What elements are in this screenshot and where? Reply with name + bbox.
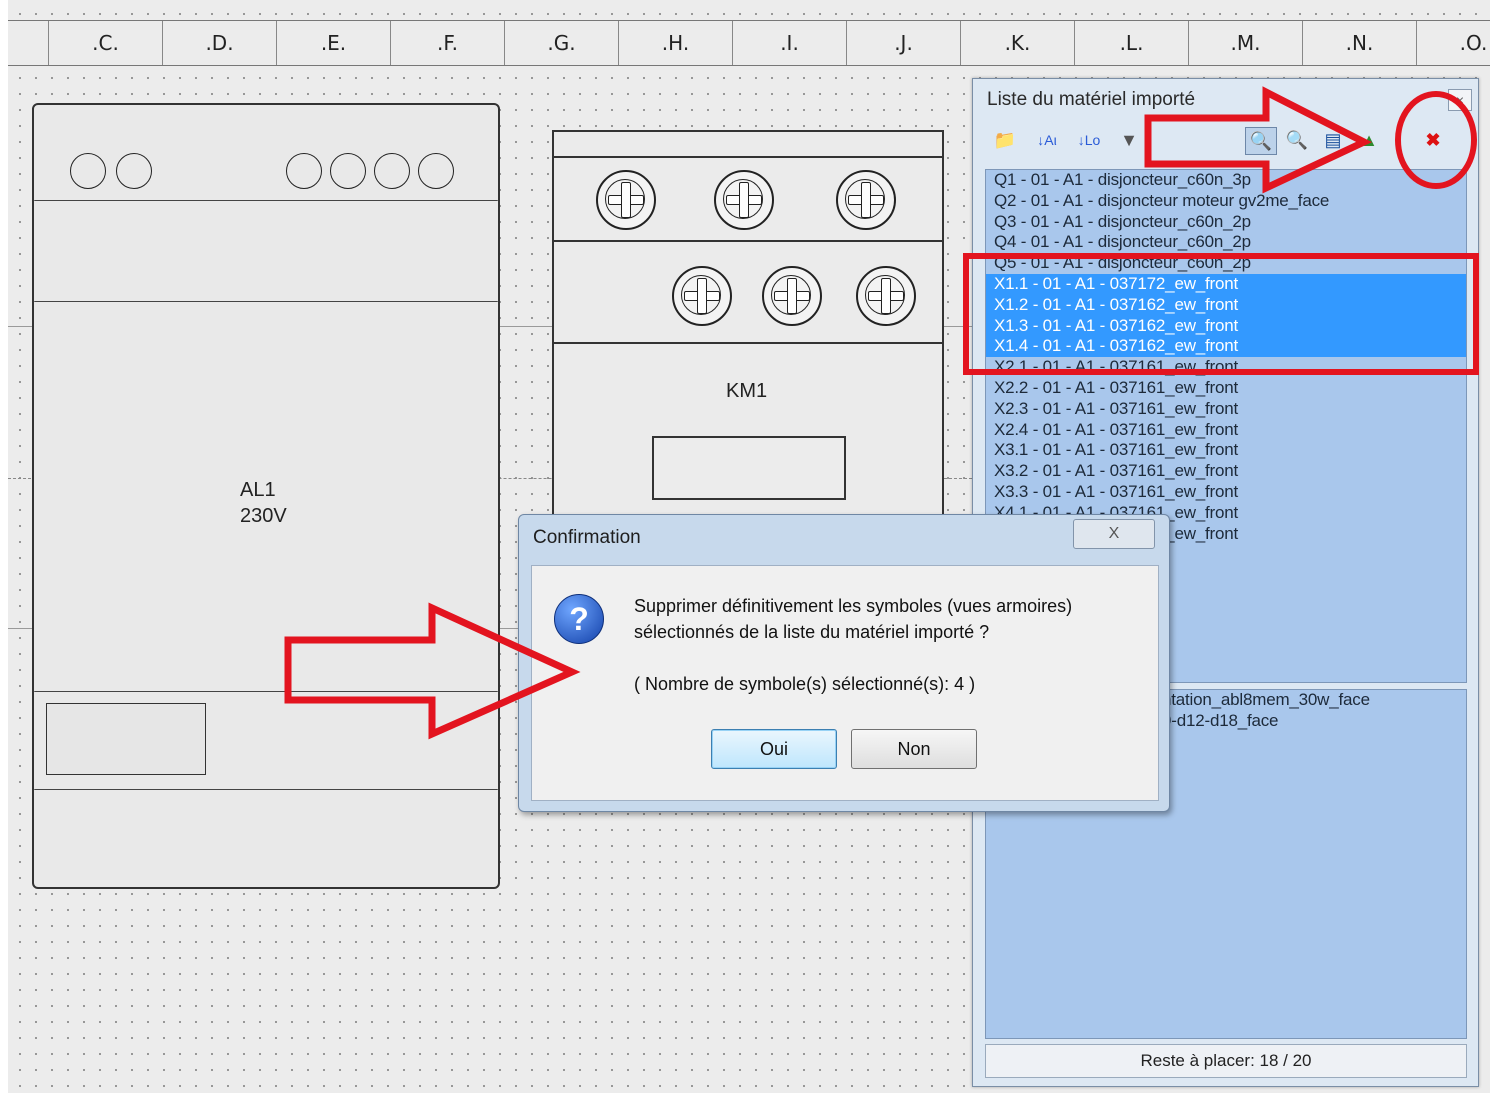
filter-icon[interactable]: ▼ (1115, 127, 1143, 153)
screw-terminal (714, 170, 774, 230)
list-item[interactable]: X2.4 - 01 - A1 - 037161_ew_front (986, 420, 1466, 441)
terminal-circle (374, 153, 410, 189)
screw-terminal (672, 266, 732, 326)
dialog-title: Confirmation (533, 527, 641, 548)
dialog-message-line2: sélectionnés de la liste du matériel imp… (634, 622, 990, 642)
list-item[interactable]: Q1 - 01 - A1 - disjoncteur_c60n_3p (986, 170, 1466, 191)
al1-label: AL1 230V (240, 477, 287, 529)
al1-upper-band (34, 301, 498, 302)
terminal-circle (70, 153, 106, 189)
layout-icon[interactable]: ▤ (1319, 127, 1347, 153)
terminal-circle (330, 153, 366, 189)
terminal-circle (286, 153, 322, 189)
selected-count: ( Nombre de symbole(s) sélectionné(s): 4… (634, 674, 976, 694)
list-item[interactable]: X2.2 - 01 - A1 - 037161_ew_front (986, 378, 1466, 399)
ruler-col-n: .N. (1303, 21, 1417, 65)
export-icon[interactable]: ▲ (1355, 127, 1383, 153)
ruler-col-l: .L. (1075, 21, 1189, 65)
sort-lo-label: Lo (1084, 132, 1101, 148)
ruler-col-d: .D. (163, 21, 277, 65)
ruler-col-f: .F. (391, 21, 505, 65)
folder-icon[interactable]: 📁 (991, 127, 1019, 153)
al1-voltage: 230V (240, 505, 287, 527)
column-ruler: .C. .D. .E. .F. .G. .H. .I. .J. .K. .L. … (8, 20, 1490, 66)
al1-bottom-band (34, 789, 498, 790)
ruler-col-i: .I. (733, 21, 847, 65)
question-icon: ? (554, 594, 604, 644)
no-button[interactable]: Non (851, 729, 977, 769)
confirmation-dialog: Confirmation X ? Supprimer définitivemen… (518, 514, 1170, 812)
panel-title: Liste du matériel importé (987, 89, 1196, 110)
binoculars-disabled-icon: 🔍 (1285, 130, 1309, 150)
list-item-selected[interactable]: X1.3 - 01 - A1 - 037162_ew_front (986, 315, 1466, 337)
km1-label-box (652, 436, 846, 500)
ruler-col-e: .E. (277, 21, 391, 65)
list-item[interactable]: X3.3 - 01 - A1 - 037161_ew_front (986, 482, 1466, 503)
terminal-circle (116, 153, 152, 189)
remaining-status: Reste à placer: 18 / 20 (985, 1044, 1467, 1078)
ruler-col-o: .O. (1417, 21, 1496, 65)
list-item-selected[interactable]: X1.2 - 01 - A1 - 037162_ew_front (986, 294, 1466, 316)
screw-terminal (762, 266, 822, 326)
screw-terminal (596, 170, 656, 230)
dialog-message-line1: Supprimer définitivement les symboles (v… (634, 596, 1073, 616)
list-item[interactable]: Q5 - 01 - A1 - disjoncteur_c60n_2p (986, 253, 1466, 274)
al1-top-band (34, 200, 498, 201)
ruler-col-g: .G. (505, 21, 619, 65)
ruler-col-c: .C. (49, 21, 163, 65)
km1-divider (554, 156, 942, 158)
list-item[interactable]: X2.1 - 01 - A1 - 037161_ew_front (986, 357, 1466, 378)
ruler-col-start (8, 21, 49, 65)
list-item[interactable]: Q3 - 01 - A1 - disjoncteur_c60n_2p (986, 212, 1466, 233)
al1-lower-band (34, 691, 498, 692)
km1-divider (554, 240, 942, 242)
list-item[interactable]: Q4 - 01 - A1 - disjoncteur_c60n_2p (986, 232, 1466, 253)
yes-button[interactable]: Oui (711, 729, 837, 769)
list-item[interactable]: Q2 - 01 - A1 - disjoncteur moteur gv2me_… (986, 191, 1466, 212)
list-item[interactable]: X2.3 - 01 - A1 - 037161_ew_front (986, 399, 1466, 420)
sort-az-label: Aι (1044, 132, 1057, 148)
list-item[interactable]: X3.2 - 01 - A1 - 037161_ew_front (986, 461, 1466, 482)
dialog-close-button[interactable]: X (1073, 519, 1155, 549)
ruler-col-h: .H. (619, 21, 733, 65)
al1-label-box (46, 703, 206, 775)
binoculars-icon[interactable]: 🔍 (1245, 127, 1277, 155)
km1-label: KM1 (726, 380, 768, 402)
al1-module[interactable]: AL1 230V (32, 103, 500, 889)
list-item[interactable]: X3.1 - 01 - A1 - 037161_ew_front (986, 440, 1466, 461)
ruler-col-m: .M. (1189, 21, 1303, 65)
ruler-col-k: .K. (961, 21, 1075, 65)
sort-lo-icon[interactable]: ↓Lo (1071, 127, 1107, 153)
ruler-col-j: .J. (847, 21, 961, 65)
screw-terminal (856, 266, 916, 326)
terminal-circle (418, 153, 454, 189)
panel-toolbar: 📁 ↓Aι ↓Lo ▼ 🔍 🔍 ▤ ▲ ✖ (983, 123, 1463, 159)
delete-icon[interactable]: ✖ (1419, 127, 1447, 153)
close-icon[interactable]: × (1448, 89, 1472, 111)
list-item-selected[interactable]: X1.4 - 01 - A1 - 037162_ew_front (986, 336, 1466, 358)
km1-contactor[interactable]: KM1 (552, 130, 944, 524)
km1-divider (554, 342, 942, 344)
dialog-body: ? Supprimer définitivement les symboles … (531, 565, 1159, 801)
sort-ascending-icon[interactable]: ↓Aι (1029, 127, 1065, 153)
screw-terminal (836, 170, 896, 230)
al1-name: AL1 (240, 479, 276, 501)
list-item-selected[interactable]: X1.1 - 01 - A1 - 037172_ew_front (986, 273, 1466, 295)
